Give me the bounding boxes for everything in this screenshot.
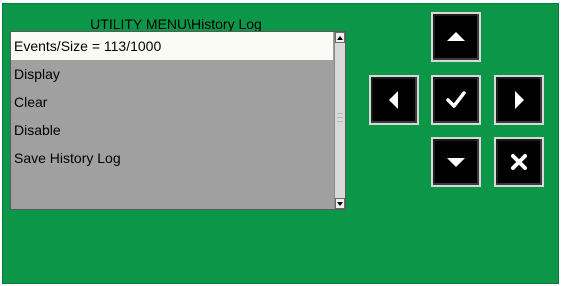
utility-screen: UTILITY MENU\History Log Events/Size = 1…	[2, 3, 559, 284]
right-button[interactable]	[494, 75, 544, 125]
up-button[interactable]	[431, 12, 481, 62]
menu-item-disable[interactable]: Disable	[11, 116, 333, 144]
cancel-button[interactable]	[494, 137, 544, 187]
menu-item-events-size[interactable]: Events/Size = 113/1000	[11, 32, 333, 60]
left-button[interactable]	[369, 75, 419, 125]
scroll-down-button[interactable]	[335, 198, 345, 209]
list-scrollbar[interactable]	[334, 32, 345, 209]
left-arrow-icon	[389, 91, 398, 109]
x-icon	[511, 154, 527, 170]
menu-item-save-history-log[interactable]: Save History Log	[11, 144, 333, 172]
scroll-up-button[interactable]	[335, 32, 345, 43]
menu-items: Events/Size = 113/1000 Display Clear Dis…	[11, 32, 333, 209]
history-log-list[interactable]: Events/Size = 113/1000 Display Clear Dis…	[10, 31, 346, 210]
enter-button[interactable]	[431, 75, 481, 125]
scroll-up-icon	[337, 35, 343, 40]
scroll-down-icon	[337, 201, 343, 206]
up-arrow-icon	[447, 32, 465, 41]
down-arrow-icon	[447, 158, 465, 167]
right-arrow-icon	[515, 91, 524, 109]
checkmark-icon	[446, 91, 466, 108]
down-button[interactable]	[431, 137, 481, 187]
menu-item-clear[interactable]: Clear	[11, 88, 333, 116]
scrollbar-grip[interactable]	[336, 110, 344, 130]
menu-item-display[interactable]: Display	[11, 60, 333, 88]
